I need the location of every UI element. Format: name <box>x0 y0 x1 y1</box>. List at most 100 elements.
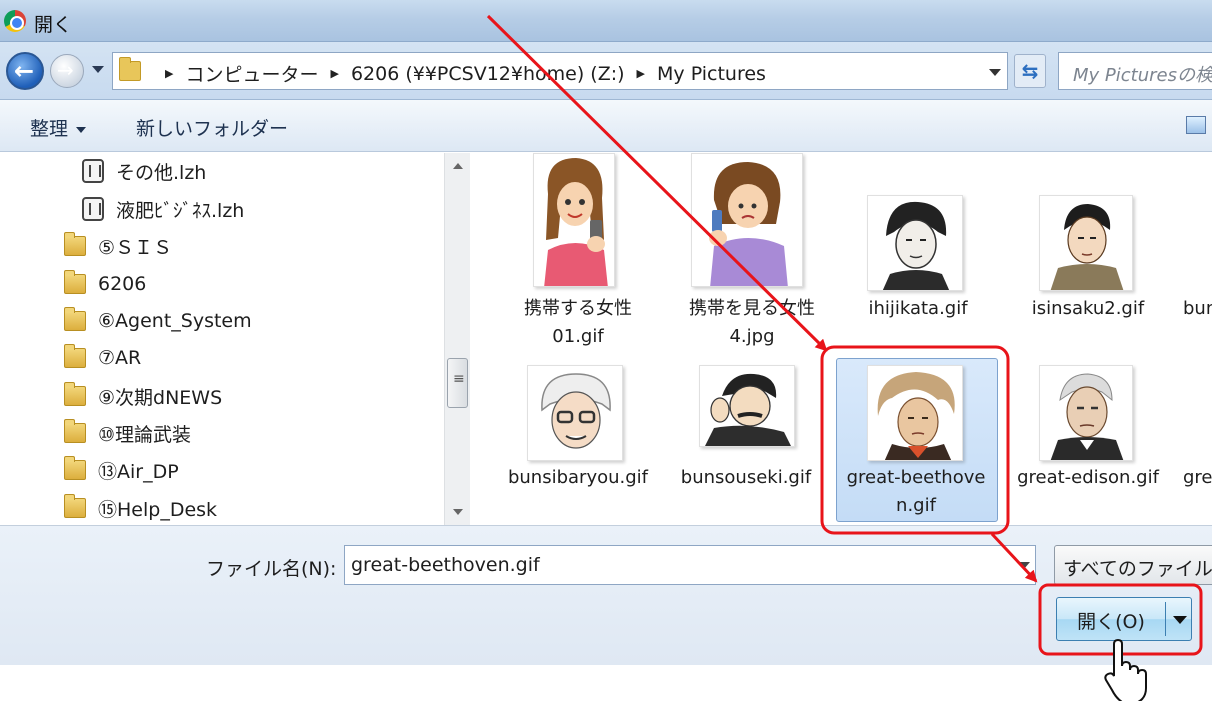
folder-icon <box>64 307 86 331</box>
command-bar: 整理 新しいフォルダー <box>0 100 1212 152</box>
nav-item-label: ⑤ＳＩＳ <box>98 236 173 259</box>
file-name[interactable]: great-edison.gif <box>1003 464 1173 492</box>
breadcrumb-computer[interactable]: コンピューター <box>185 60 318 87</box>
history-dropdown-icon[interactable] <box>92 66 104 73</box>
portrait-shibaryotaro-image <box>541 373 611 449</box>
folder-icon <box>64 344 86 368</box>
search-placeholder: My Picturesの検索 <box>1073 65 1212 86</box>
nav-item-label: ⑦AR <box>98 347 142 369</box>
file-list: 携帯する女性 01.gif 携帯を見る女性 4.jpg ihijikata.gi… <box>471 153 1212 525</box>
portrait-natsumesoseki-image <box>705 373 791 446</box>
navigation-pane: その他.lzh 液肥ﾋﾞｼﾞﾈｽ.lzh ⑤ＳＩＳ 6206 ⑥Agent_Sy… <box>0 153 448 525</box>
open-button[interactable]: 開く(O) <box>1056 597 1192 641</box>
nav-item-label: ⑮Help_Desk <box>98 498 218 521</box>
chevron-right-icon[interactable]: ▶ <box>637 67 645 80</box>
chevron-right-icon[interactable]: ▶ <box>165 67 173 80</box>
nav-item[interactable]: ⑥Agent_System <box>64 306 252 336</box>
file-thumbnail[interactable] <box>1039 195 1133 291</box>
title-bar: 開く <box>0 0 1212 42</box>
nav-item-label: 液肥ﾋﾞｼﾞﾈｽ.lzh <box>116 199 245 222</box>
nav-item-label: その他.lzh <box>116 161 207 184</box>
folder-icon <box>64 232 86 256</box>
address-row: ▶ コンピューター ▶ 6206 (¥¥PCSV12¥home) (Z:) ▶ … <box>0 42 1212 100</box>
nav-item[interactable]: ⑨次期dNEWS <box>64 381 222 411</box>
nav-item-label: ⑥Agent_System <box>98 310 252 332</box>
file-thumbnail[interactable] <box>867 195 963 291</box>
back-button[interactable] <box>6 52 44 90</box>
nav-item-label: ⑨次期dNEWS <box>98 386 223 409</box>
nav-item[interactable]: ⑩理論武装 <box>64 418 191 448</box>
search-input[interactable]: My Picturesの検索 <box>1058 52 1212 90</box>
filetype-select[interactable]: すべてのファイル <box>1054 545 1212 585</box>
woman-with-phone-image <box>544 158 608 286</box>
nav-item[interactable]: 6206 <box>64 269 146 299</box>
file-name[interactable]: gre <box>1183 464 1212 492</box>
nav-item-label: 6206 <box>98 273 147 295</box>
file-name[interactable]: 携帯を見る女性 <box>667 295 837 323</box>
organize-button[interactable]: 整理 <box>30 114 87 141</box>
filetype-value: すべてのファイル <box>1063 558 1212 580</box>
new-folder-button[interactable]: 新しいフォルダー <box>136 114 288 141</box>
open-button-label: 開く(O) <box>1077 611 1145 633</box>
archive-icon <box>82 197 104 221</box>
window-title: 開く <box>34 14 73 36</box>
file-thumbnail[interactable] <box>533 153 615 287</box>
forward-button[interactable] <box>50 54 84 88</box>
refresh-button[interactable]: ⇆ <box>1014 54 1046 88</box>
scroll-thumb[interactable] <box>447 358 468 408</box>
nav-item[interactable]: ⑬Air_DP <box>64 455 179 485</box>
folder-icon <box>64 382 86 406</box>
file-thumbnail[interactable] <box>867 365 963 461</box>
file-name[interactable]: 携帯する女性 <box>493 295 663 323</box>
nav-item[interactable]: 液肥ﾋﾞｼﾞﾈｽ.lzh <box>82 194 244 224</box>
address-dropdown-icon[interactable] <box>989 69 1001 76</box>
chrome-icon <box>4 10 26 32</box>
folder-icon <box>64 270 86 294</box>
breadcrumb-my-pictures[interactable]: My Pictures <box>657 63 766 85</box>
filename-value: great-beethoven.gif <box>351 554 540 576</box>
folder-icon <box>64 494 86 518</box>
nav-item-label: ⑩理論武装 <box>98 423 192 446</box>
organize-label: 整理 <box>30 118 69 140</box>
file-name[interactable]: ihijikata.gif <box>833 295 1003 323</box>
nav-scrollbar[interactable] <box>444 153 470 525</box>
filename-label: ファイル名(N): <box>206 558 337 580</box>
portrait-hijikata-image <box>882 201 950 290</box>
file-name[interactable]: n.gif <box>831 492 1001 520</box>
dialog-footer: ファイル名(N): great-beethoven.gif すべてのファイル 開… <box>0 525 1212 665</box>
breadcrumb: ▶ コンピューター ▶ 6206 (¥¥PCSV12¥home) (Z:) ▶ … <box>153 60 766 87</box>
folder-icon <box>119 57 141 81</box>
file-name[interactable]: great-beethove <box>831 464 1001 492</box>
chevron-right-icon[interactable]: ▶ <box>330 67 338 80</box>
nav-item[interactable]: ⑤ＳＩＳ <box>64 231 172 261</box>
split-divider <box>1165 602 1166 636</box>
portrait-isinsaku-image <box>1050 204 1124 290</box>
folder-icon <box>64 456 86 480</box>
address-bar[interactable]: ▶ コンピューター ▶ 6206 (¥¥PCSV12¥home) (Z:) ▶ … <box>112 52 1008 90</box>
nav-item[interactable]: ⑮Help_Desk <box>64 493 217 523</box>
nav-item-label: ⑬Air_DP <box>98 460 179 483</box>
file-name[interactable]: 4.jpg <box>667 323 837 351</box>
file-name[interactable]: bun <box>1183 295 1212 323</box>
preview-pane-icon[interactable] <box>1186 116 1206 134</box>
file-name[interactable]: isinsaku2.gif <box>1003 295 1173 323</box>
portrait-edison-image <box>1050 373 1124 460</box>
breadcrumb-drive[interactable]: 6206 (¥¥PCSV12¥home) (Z:) <box>351 63 625 85</box>
folder-icon <box>64 419 86 443</box>
file-thumbnail[interactable] <box>691 153 803 287</box>
filename-input[interactable]: great-beethoven.gif <box>344 545 1036 585</box>
file-name[interactable]: bunsouseki.gif <box>661 464 831 492</box>
file-thumbnail[interactable] <box>527 365 623 461</box>
file-thumbnail[interactable] <box>1039 365 1133 461</box>
woman-looking-at-phone-image <box>709 162 788 286</box>
file-name[interactable]: 01.gif <box>493 323 663 351</box>
open-menu-dropdown-icon[interactable] <box>1173 616 1187 624</box>
scroll-down-icon[interactable] <box>453 509 463 515</box>
file-thumbnail[interactable] <box>699 365 795 447</box>
scroll-up-icon[interactable] <box>453 163 463 169</box>
chevron-down-icon <box>76 126 87 133</box>
filename-dropdown-icon[interactable] <box>1018 562 1030 569</box>
nav-item[interactable]: ⑦AR <box>64 343 141 373</box>
file-name[interactable]: bunsibaryou.gif <box>493 464 663 492</box>
nav-item[interactable]: その他.lzh <box>82 156 206 186</box>
